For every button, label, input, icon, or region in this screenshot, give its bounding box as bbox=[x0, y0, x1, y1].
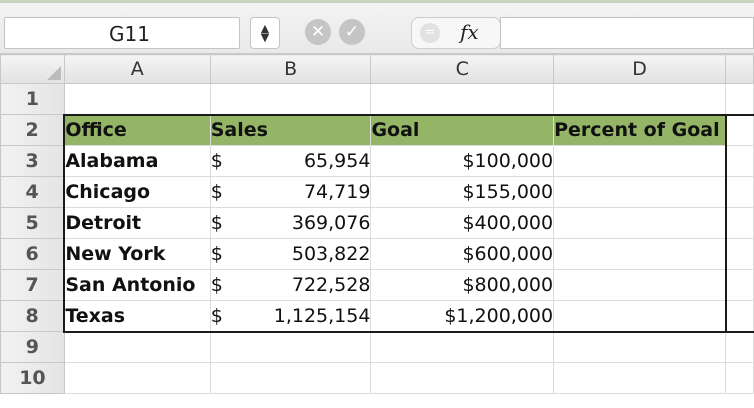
cell-e5[interactable] bbox=[725, 207, 754, 239]
column-header-e[interactable] bbox=[725, 54, 754, 84]
cell-a3[interactable]: Alabama bbox=[63, 145, 211, 177]
cell-c6[interactable]: $600,000 bbox=[370, 238, 555, 270]
cell-b9[interactable] bbox=[209, 331, 372, 363]
table-row: 9 bbox=[0, 331, 754, 363]
cell-a6[interactable]: New York bbox=[63, 238, 211, 270]
row-header[interactable]: 7 bbox=[0, 269, 65, 301]
table-row: 4 Chicago $74,719 $155,000 bbox=[0, 176, 754, 208]
row-header[interactable]: 8 bbox=[0, 300, 65, 332]
table-row: 10 bbox=[0, 362, 754, 394]
column-header-b[interactable]: B bbox=[209, 54, 372, 84]
enter-icon[interactable]: ✓ bbox=[339, 19, 365, 45]
sales-amount: 369,076 bbox=[291, 212, 371, 234]
cell-c8[interactable]: $1,200,000 bbox=[370, 300, 555, 333]
cell-c3[interactable]: $100,000 bbox=[370, 145, 555, 177]
cell-e6[interactable] bbox=[725, 238, 754, 270]
row-header[interactable]: 10 bbox=[0, 362, 65, 394]
currency-symbol: $ bbox=[210, 274, 223, 296]
cell-d9[interactable] bbox=[553, 331, 727, 363]
cell-c5[interactable]: $400,000 bbox=[370, 207, 555, 239]
sales-amount: 722,528 bbox=[291, 274, 371, 296]
cell-e7[interactable] bbox=[725, 269, 754, 301]
cell-c10[interactable] bbox=[370, 362, 555, 394]
column-header-c[interactable]: C bbox=[370, 54, 555, 84]
cell-b2[interactable]: Sales bbox=[209, 113, 372, 146]
table-row: 3 Alabama $65,954 $100,000 bbox=[0, 145, 754, 177]
cell-b8[interactable]: $1,125,154 bbox=[209, 300, 372, 333]
cell-a1[interactable] bbox=[63, 83, 211, 115]
name-box[interactable]: G11 bbox=[4, 17, 240, 49]
cell-e8[interactable] bbox=[725, 300, 754, 333]
cell-d6[interactable] bbox=[553, 238, 727, 270]
currency-symbol: $ bbox=[210, 212, 223, 234]
cell-c1[interactable] bbox=[370, 83, 555, 115]
row-header[interactable]: 3 bbox=[0, 145, 65, 177]
cell-d3[interactable] bbox=[553, 145, 727, 177]
cell-b10[interactable] bbox=[209, 362, 372, 394]
formula-bar: G11 ▲ ▼ ✕ ✓ = fx bbox=[0, 3, 754, 54]
cell-d7[interactable] bbox=[553, 269, 727, 301]
table-row: 1 bbox=[0, 83, 754, 115]
cell-b7[interactable]: $722,528 bbox=[209, 269, 372, 301]
cell-d8[interactable] bbox=[553, 300, 727, 333]
row-header[interactable]: 6 bbox=[0, 238, 65, 270]
function-group: = fx bbox=[411, 17, 501, 49]
formula-input[interactable] bbox=[500, 17, 754, 49]
column-header-a[interactable]: A bbox=[63, 54, 211, 84]
sales-amount: 503,822 bbox=[291, 243, 371, 265]
cell-e3[interactable] bbox=[725, 145, 754, 177]
cell-b5[interactable]: $369,076 bbox=[209, 207, 372, 239]
cell-a10[interactable] bbox=[63, 362, 211, 394]
insert-function-button[interactable]: fx bbox=[460, 20, 479, 44]
cell-a9[interactable] bbox=[63, 331, 211, 363]
cell-b3[interactable]: $65,954 bbox=[209, 145, 372, 177]
currency-symbol: $ bbox=[210, 243, 223, 265]
name-box-stepper-icon[interactable]: ▲ ▼ bbox=[250, 17, 280, 49]
currency-symbol: $ bbox=[210, 150, 223, 172]
row-header[interactable]: 2 bbox=[0, 114, 65, 146]
sales-amount: 74,719 bbox=[303, 181, 371, 203]
cell-d4[interactable] bbox=[553, 176, 727, 208]
cell-a2[interactable]: Office bbox=[63, 113, 211, 146]
row-header[interactable]: 9 bbox=[0, 331, 65, 363]
formula-builder-icon[interactable]: = bbox=[420, 23, 440, 43]
cell-a4[interactable]: Chicago bbox=[63, 176, 211, 208]
spreadsheet-grid: A B C D 1 2 Office Sales Goal Percent of… bbox=[0, 54, 754, 394]
sales-amount: 65,954 bbox=[303, 150, 371, 172]
currency-symbol: $ bbox=[210, 181, 223, 203]
row-header[interactable]: 1 bbox=[0, 83, 65, 115]
cell-d5[interactable] bbox=[553, 207, 727, 239]
cell-a8[interactable]: Texas bbox=[63, 300, 211, 333]
table-row: 7 San Antonio $722,528 $800,000 bbox=[0, 269, 754, 301]
cell-e2[interactable] bbox=[725, 113, 754, 146]
cell-a7[interactable]: San Antonio bbox=[63, 269, 211, 301]
cell-c9[interactable] bbox=[370, 331, 555, 363]
table-row: 8 Texas $1,125,154 $1,200,000 bbox=[0, 300, 754, 333]
select-all-corner[interactable] bbox=[0, 54, 65, 84]
cell-c7[interactable]: $800,000 bbox=[370, 269, 555, 301]
cell-d1[interactable] bbox=[553, 83, 727, 115]
row-header[interactable]: 4 bbox=[0, 176, 65, 208]
cell-e1[interactable] bbox=[725, 83, 754, 115]
sales-amount: 1,125,154 bbox=[273, 304, 371, 327]
table-row: 6 New York $503,822 $600,000 bbox=[0, 238, 754, 270]
cell-e4[interactable] bbox=[725, 176, 754, 208]
cell-e9[interactable] bbox=[725, 331, 754, 363]
cell-b4[interactable]: $74,719 bbox=[209, 176, 372, 208]
cell-b6[interactable]: $503,822 bbox=[209, 238, 372, 270]
column-header-d[interactable]: D bbox=[553, 54, 727, 84]
currency-symbol: $ bbox=[210, 304, 223, 327]
row-header[interactable]: 5 bbox=[0, 207, 65, 239]
table-row: 2 Office Sales Goal Percent of Goal bbox=[0, 113, 754, 146]
cell-c2[interactable]: Goal bbox=[370, 113, 555, 146]
cell-d2[interactable]: Percent of Goal bbox=[553, 113, 727, 146]
cell-a5[interactable]: Detroit bbox=[63, 207, 211, 239]
cell-d10[interactable] bbox=[553, 362, 727, 394]
cell-e10[interactable] bbox=[725, 362, 754, 394]
cancel-icon[interactable]: ✕ bbox=[305, 19, 331, 45]
cell-b1[interactable] bbox=[209, 83, 372, 115]
table-row: 5 Detroit $369,076 $400,000 bbox=[0, 207, 754, 239]
cell-c4[interactable]: $155,000 bbox=[370, 176, 555, 208]
